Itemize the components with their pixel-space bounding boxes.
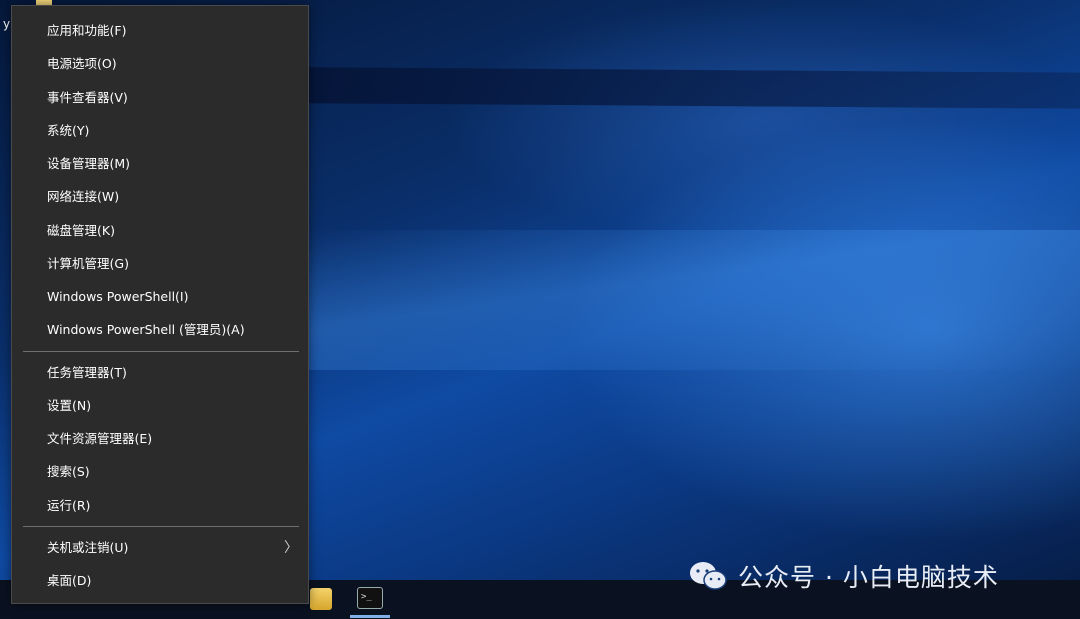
watermark: 公众号 · 小白电脑技术: [688, 558, 999, 594]
wechat-icon: [690, 562, 727, 590]
menu-item-computer-management[interactable]: 计算机管理(G): [12, 248, 308, 280]
watermark-text: 公众号 · 小白电脑技术: [738, 563, 999, 592]
menu-item-power-options[interactable]: 电源选项(O): [12, 48, 308, 80]
command-prompt-icon[interactable]: >_: [357, 587, 383, 609]
menu-item-file-explorer[interactable]: 文件资源管理器(E): [12, 423, 308, 455]
menu-item-disk-management[interactable]: 磁盘管理(K): [12, 215, 308, 247]
menu-item-shutdown-signout[interactable]: 关机或注销(U) 〉: [12, 532, 308, 564]
wallpaper-light-beam: [300, 67, 1080, 109]
file-explorer-icon[interactable]: [310, 588, 332, 610]
menu-item-label: 关机或注销(U): [47, 540, 129, 555]
menu-item-run[interactable]: 运行(R): [12, 490, 308, 522]
menu-item-apps-features[interactable]: 应用和功能(F): [12, 15, 308, 47]
menu-item-device-manager[interactable]: 设备管理器(M): [12, 148, 308, 180]
active-app-indicator: [350, 615, 390, 618]
menu-item-desktop[interactable]: 桌面(D): [12, 565, 308, 597]
winx-context-menu: 应用和功能(F) 电源选项(O) 事件查看器(V) 系统(Y) 设备管理器(M)…: [11, 5, 309, 604]
desktop-icon-label: y: [3, 17, 11, 31]
menu-item-powershell-admin[interactable]: Windows PowerShell (管理员)(A): [12, 314, 308, 346]
menu-item-settings[interactable]: 设置(N): [12, 390, 308, 422]
menu-separator: [23, 351, 299, 352]
menu-item-event-viewer[interactable]: 事件查看器(V): [12, 82, 308, 114]
wallpaper-light-glow: [300, 230, 1080, 370]
menu-item-powershell[interactable]: Windows PowerShell(I): [12, 281, 308, 313]
menu-item-search[interactable]: 搜索(S): [12, 456, 308, 488]
menu-item-network-connections[interactable]: 网络连接(W): [12, 181, 308, 213]
menu-separator: [23, 526, 299, 527]
menu-item-task-manager[interactable]: 任务管理器(T): [12, 357, 308, 389]
chevron-right-icon: 〉: [284, 540, 298, 556]
menu-item-system[interactable]: 系统(Y): [12, 115, 308, 147]
